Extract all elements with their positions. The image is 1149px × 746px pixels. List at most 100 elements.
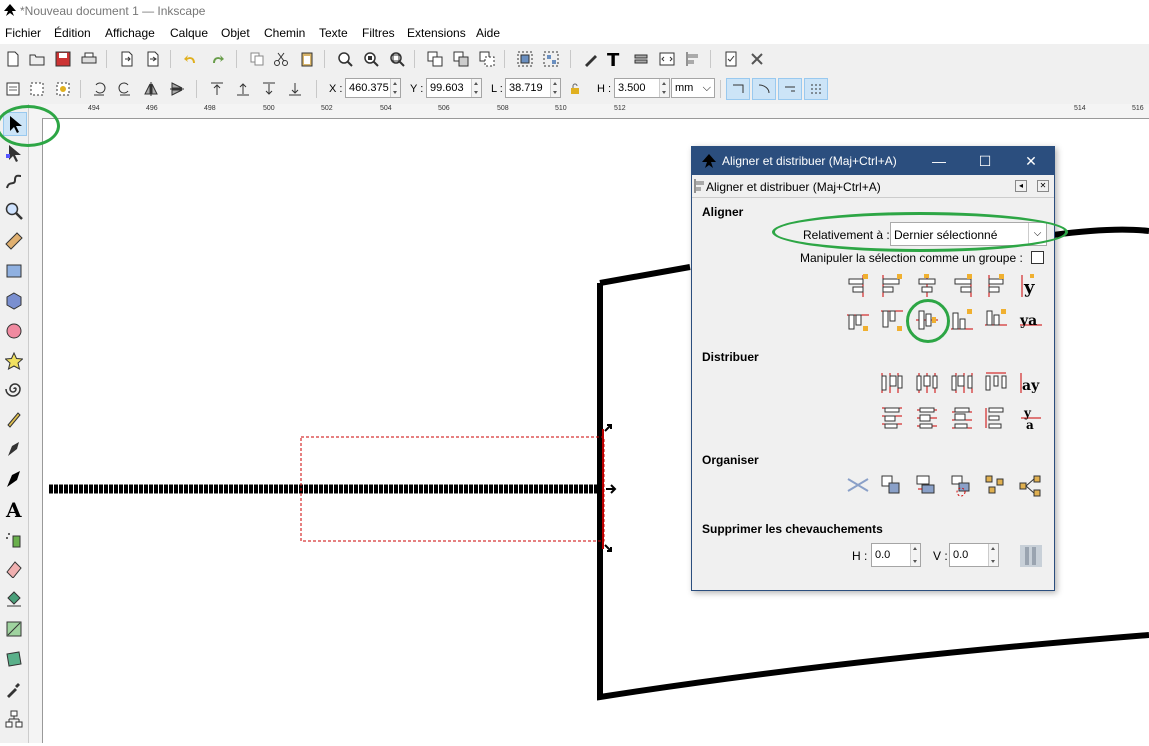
zoom-drawing-icon[interactable] [360, 48, 382, 70]
align-text-anchors-icon[interactable]: ya [1018, 307, 1044, 333]
paint-bucket-tool-icon[interactable] [3, 588, 25, 610]
minimize-icon[interactable]: — [916, 147, 962, 175]
paste-icon[interactable] [296, 48, 318, 70]
flip-vertical-icon[interactable] [166, 78, 188, 100]
gradient-tool-icon[interactable] [3, 618, 25, 640]
move-gradients-toggle[interactable] [778, 78, 802, 100]
redo-icon[interactable] [206, 48, 228, 70]
group-selection-checkbox[interactable] [1031, 251, 1044, 264]
menu-help[interactable]: Aide [476, 26, 500, 40]
ellipse-tool-icon[interactable] [3, 320, 25, 342]
deselect-icon[interactable] [52, 78, 74, 100]
duplicate-icon[interactable] [424, 48, 446, 70]
align-distribute-icon[interactable] [682, 48, 704, 70]
select-all-layers-icon[interactable] [26, 78, 48, 100]
align-top-edges-icon[interactable] [879, 307, 905, 333]
pen-tool-icon[interactable] [3, 438, 25, 460]
layers-icon[interactable] [630, 48, 652, 70]
distribute-bottom-edges-icon[interactable] [949, 405, 975, 431]
menu-text[interactable]: Texte [319, 26, 348, 40]
lower-icon[interactable] [258, 78, 280, 100]
lock-ratio-icon[interactable] [564, 78, 586, 100]
text-font-icon[interactable]: T [604, 48, 626, 70]
distribute-top-edges-icon[interactable] [879, 405, 905, 431]
rotate-cw-icon[interactable] [114, 78, 136, 100]
width-input[interactable]: 38.719 [505, 78, 561, 98]
mesh-tool-icon[interactable] [3, 648, 25, 670]
distribute-right-edges-icon[interactable] [949, 370, 975, 396]
3d-box-tool-icon[interactable] [3, 290, 25, 312]
new-document-icon[interactable] [2, 48, 24, 70]
menu-view[interactable]: Affichage [105, 26, 155, 40]
menu-edit[interactable]: Édition [54, 26, 91, 40]
align-right-to-left-anchor-icon[interactable] [845, 273, 871, 299]
move-patterns-toggle[interactable] [804, 78, 828, 100]
distribute-centers-vertical-icon[interactable] [914, 405, 940, 431]
lower-to-bottom-icon[interactable] [284, 78, 306, 100]
spray-tool-icon[interactable] [3, 528, 25, 550]
group-icon[interactable] [514, 48, 536, 70]
fill-stroke-icon[interactable] [580, 48, 602, 70]
dock-icon[interactable]: ◂ [1015, 180, 1027, 192]
copy-icon[interactable] [246, 48, 268, 70]
xml-editor-icon[interactable] [656, 48, 678, 70]
preferences-icon[interactable] [746, 48, 768, 70]
connector-tool-icon[interactable] [3, 708, 25, 730]
print-icon[interactable] [78, 48, 100, 70]
zoom-tool-icon[interactable] [3, 200, 25, 222]
dropper-tool-icon[interactable] [3, 678, 25, 700]
scale-stroke-toggle[interactable] [726, 78, 750, 100]
ungroup-icon[interactable] [540, 48, 562, 70]
menu-filters[interactable]: Filtres [362, 26, 395, 40]
select-all-icon[interactable] [2, 78, 24, 100]
y-input[interactable]: 99.603 [426, 78, 482, 98]
overlap-v-input[interactable]: 0.0 [949, 543, 999, 567]
maximize-icon[interactable]: ☐ [962, 147, 1008, 175]
zoom-selection-icon[interactable] [334, 48, 356, 70]
menu-layer[interactable]: Calque [170, 26, 208, 40]
height-input[interactable]: 3.500 [614, 78, 670, 98]
center-on-horizontal-axis-icon[interactable] [914, 307, 940, 333]
align-top-to-bottom-anchor-icon[interactable] [983, 307, 1009, 333]
close-icon[interactable]: ✕ [1008, 147, 1054, 175]
menu-object[interactable]: Objet [221, 26, 250, 40]
align-bottom-to-top-anchor-icon[interactable] [845, 307, 871, 333]
distribute-left-edges-icon[interactable] [879, 370, 905, 396]
eraser-tool-icon[interactable] [3, 558, 25, 580]
scale-corners-toggle[interactable] [752, 78, 776, 100]
export-icon[interactable] [142, 48, 164, 70]
distribute-text-anchors-horizontal-icon[interactable]: ay [1018, 370, 1044, 396]
align-left-edges-icon[interactable] [879, 273, 905, 299]
exchange-positions-icon[interactable] [879, 473, 905, 499]
tweak-tool-icon[interactable] [3, 170, 25, 192]
open-icon[interactable] [26, 48, 48, 70]
distribute-text-anchors-vertical-icon[interactable]: ya [1018, 405, 1044, 431]
frame-top-line[interactable] [599, 264, 691, 286]
exchange-clockwise-icon[interactable] [949, 473, 975, 499]
align-bottom-edges-icon[interactable] [949, 307, 975, 333]
menu-path[interactable]: Chemin [264, 26, 305, 40]
menu-extensions[interactable]: Extensions [407, 26, 466, 40]
selector-tool-icon[interactable] [3, 112, 27, 136]
measure-tool-icon[interactable] [3, 230, 25, 252]
save-icon[interactable] [52, 48, 74, 70]
raise-to-top-icon[interactable] [206, 78, 228, 100]
align-left-to-right-anchor-icon[interactable] [983, 273, 1009, 299]
star-tool-icon[interactable] [3, 350, 25, 372]
spiral-tool-icon[interactable] [3, 378, 25, 400]
document-properties-icon[interactable] [720, 48, 742, 70]
distribute-centers-horizontal-icon[interactable] [914, 370, 940, 396]
unclump-icon[interactable] [1018, 473, 1044, 499]
rotate-ccw-icon[interactable] [88, 78, 110, 100]
node-tool-icon[interactable] [3, 142, 25, 164]
scale-handle-bottom-icon[interactable] [604, 544, 612, 552]
undo-icon[interactable] [180, 48, 202, 70]
import-icon[interactable] [116, 48, 138, 70]
flip-horizontal-icon[interactable] [140, 78, 162, 100]
raise-icon[interactable] [232, 78, 254, 100]
distribute-gaps-horizontal-icon[interactable] [983, 370, 1009, 396]
scale-handle-middle-icon[interactable] [606, 484, 617, 494]
remove-overlaps-icon[interactable] [1018, 543, 1044, 569]
randomize-positions-icon[interactable] [983, 473, 1009, 499]
pencil-tool-icon[interactable] [3, 408, 25, 430]
